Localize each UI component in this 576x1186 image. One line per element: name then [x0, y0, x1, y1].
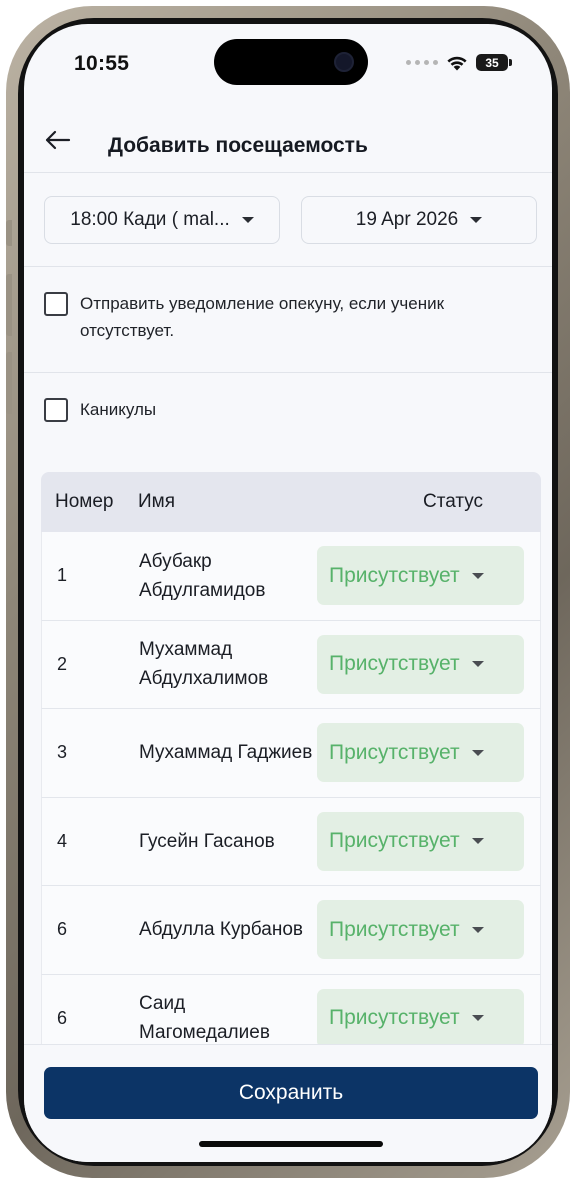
screen: 10:55 35 Добавить посещаемость 18:00 Кад… — [24, 24, 552, 1162]
group-dropdown[interactable]: 18:00 Кади ( mal... — [44, 196, 280, 244]
dynamic-island — [214, 39, 368, 85]
signal-dots-icon — [406, 60, 438, 65]
app-header: Добавить посещаемость — [24, 110, 552, 172]
student-name: Саид Магомедалиев — [139, 993, 270, 1044]
table-row: 4 Гусейн Гасанов Присутствует — [41, 797, 541, 886]
status-value: Присутствует — [329, 652, 460, 676]
status-dropdown[interactable]: Присутствует — [317, 634, 524, 694]
student-name: Абубакр Абдулгамидов — [139, 550, 266, 601]
options-divider — [24, 372, 552, 373]
footer-bar: Сохранить — [24, 1044, 552, 1162]
caret-down-icon — [471, 661, 484, 668]
group-dropdown-value: 18:00 Кади ( mal... — [70, 209, 230, 230]
table-row: 1 Абубакр Абдулгамидов Присутствует — [41, 532, 541, 621]
table-header: Номер Имя Статус — [41, 472, 541, 532]
header-divider — [24, 172, 552, 173]
date-dropdown-value: 19 Apr 2026 — [355, 209, 459, 230]
volume-up-button — [6, 274, 12, 336]
status-value: Присутствует — [329, 1006, 460, 1030]
caret-down-icon — [471, 572, 484, 579]
column-header-name: Имя — [138, 491, 176, 512]
arrow-left-icon — [45, 130, 71, 150]
status-dropdown[interactable]: Присутствует — [317, 811, 524, 871]
date-dropdown[interactable]: 19 Apr 2026 — [301, 196, 537, 244]
attendance-table: Номер Имя Статус 1 Абубакр Абдулгамидов … — [41, 472, 541, 1112]
student-name: Мухаммад Абдулхалимов — [139, 639, 269, 690]
caret-down-icon — [471, 838, 484, 845]
student-name: Мухаммад Гаджиев — [139, 742, 313, 764]
status-dropdown[interactable]: Присутствует — [317, 988, 524, 1048]
student-name: Абдулла Курбанов — [139, 919, 303, 941]
holidays-checkbox[interactable] — [44, 398, 68, 422]
status-value: Присутствует — [329, 917, 460, 941]
mute-switch — [6, 220, 12, 246]
status-bar: 10:55 35 — [24, 24, 552, 104]
notify-guardian-option[interactable]: Отправить уведомление опекуну, если учен… — [44, 292, 514, 344]
holidays-option[interactable]: Каникулы — [44, 398, 156, 423]
column-header-status: Статус — [423, 491, 484, 512]
caret-down-icon — [471, 1015, 484, 1022]
table-row: 3 Мухаммад Гаджиев Присутствует — [41, 709, 541, 798]
table-row: 2 Мухаммад Абдулхалимов Присутствует — [41, 620, 541, 709]
status-value: Присутствует — [329, 829, 460, 853]
status-dropdown[interactable]: Присутствует — [317, 723, 524, 783]
caret-down-icon — [241, 217, 254, 223]
student-name: Гусейн Гасанов — [139, 830, 275, 852]
battery-icon: 35 — [476, 54, 512, 71]
status-dropdown[interactable]: Присутствует — [317, 900, 524, 960]
caret-down-icon — [471, 926, 484, 933]
home-indicator[interactable] — [199, 1141, 383, 1147]
front-camera — [334, 52, 354, 72]
student-number: 2 — [57, 653, 68, 674]
student-number: 6 — [57, 919, 68, 940]
student-number: 4 — [57, 830, 68, 851]
status-value: Присутствует — [329, 563, 460, 587]
notify-guardian-checkbox[interactable] — [44, 292, 68, 316]
status-value: Присутствует — [329, 740, 460, 764]
holidays-label: Каникулы — [80, 400, 157, 419]
page-title: Добавить посещаемость — [108, 134, 368, 157]
caret-down-icon — [471, 749, 484, 756]
student-number: 3 — [57, 742, 68, 763]
save-button[interactable]: Сохранить — [44, 1067, 538, 1119]
wifi-icon — [447, 56, 467, 71]
column-header-number: Номер — [55, 491, 114, 512]
status-dropdown[interactable]: Присутствует — [317, 546, 524, 606]
student-number: 1 — [57, 565, 68, 586]
notify-guardian-label: Отправить уведомление опекуну, если учен… — [80, 294, 445, 340]
volume-down-button — [6, 352, 12, 414]
back-button[interactable] — [40, 122, 76, 158]
filters-divider — [24, 266, 552, 267]
caret-down-icon — [470, 217, 483, 223]
student-number: 6 — [57, 1007, 68, 1028]
table-row: 6 Абдулла Курбанов Присутствует — [41, 886, 541, 975]
status-time: 10:55 — [74, 52, 130, 75]
status-indicators: 35 — [406, 54, 512, 71]
